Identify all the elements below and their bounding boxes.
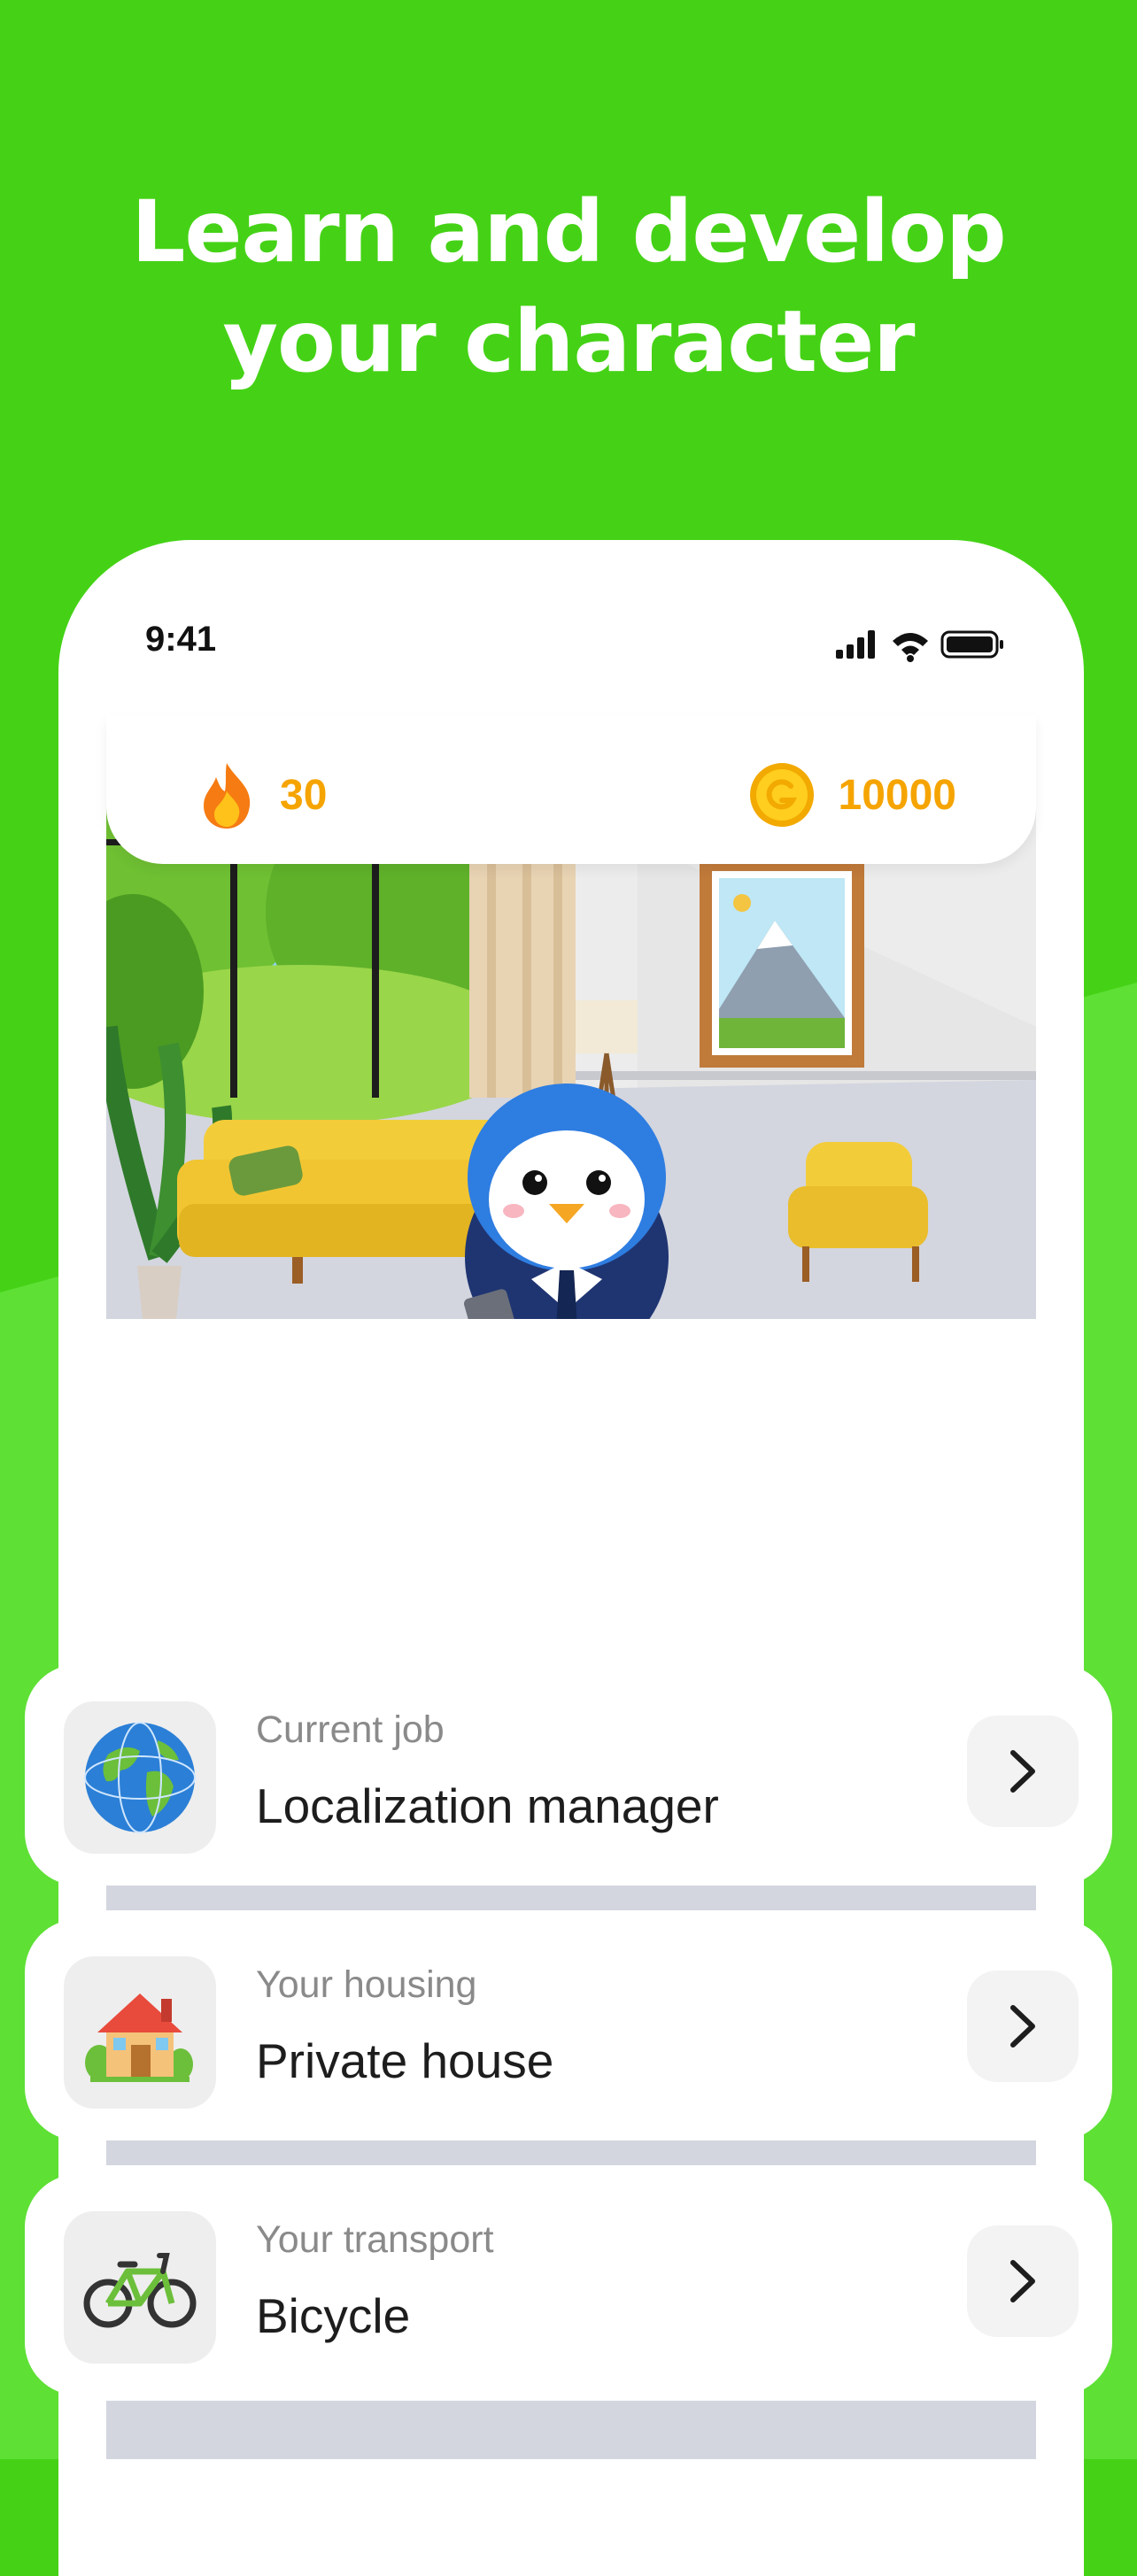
card-value: Localization manager — [256, 1778, 719, 1833]
bicycle-icon — [64, 2211, 216, 2364]
housing-card[interactable]: Your housing Private house — [25, 1919, 1112, 2140]
wifi-icon — [893, 633, 928, 662]
streak-counter[interactable]: 30 — [195, 760, 327, 830]
divider-strip — [106, 2140, 1036, 2165]
divider-strip — [106, 2401, 1036, 2459]
stats-bar: 30 10000 — [106, 715, 1036, 864]
divider-strip — [106, 1886, 1036, 1910]
status-time: 9:41 — [145, 620, 217, 659]
card-label: Your transport — [256, 2218, 494, 2261]
card-value: Private house — [256, 2033, 554, 2088]
status-bar: 9:41 — [58, 620, 1084, 682]
chevron-right-icon[interactable] — [967, 1716, 1079, 1827]
chevron-right-icon[interactable] — [967, 2225, 1079, 2337]
globe-icon — [64, 1701, 216, 1854]
card-label: Your housing — [256, 1963, 477, 2006]
card-label: Current job — [256, 1708, 445, 1751]
coin-counter[interactable]: 10000 — [746, 760, 956, 830]
fire-icon — [204, 763, 251, 829]
cellular-signal-icon — [836, 630, 875, 659]
transport-card[interactable]: Your transport Bicycle — [25, 2174, 1112, 2395]
headline: Learn and develop your character — [0, 177, 1137, 397]
coin-value: 10000 — [838, 771, 956, 819]
penguin-character — [463, 1084, 669, 1319]
streak-value: 30 — [280, 771, 328, 819]
chevron-right-icon[interactable] — [967, 1971, 1079, 2082]
card-value: Bicycle — [256, 2288, 411, 2343]
headline-line-2: your character — [222, 292, 915, 391]
house-icon — [64, 1956, 216, 2109]
current-job-card[interactable]: Current job Localization manager — [25, 1664, 1112, 1886]
coin-icon — [749, 763, 814, 827]
headline-line-1: Learn and develop — [131, 182, 1007, 282]
status-icons — [836, 630, 1003, 662]
battery-icon — [940, 630, 1003, 659]
